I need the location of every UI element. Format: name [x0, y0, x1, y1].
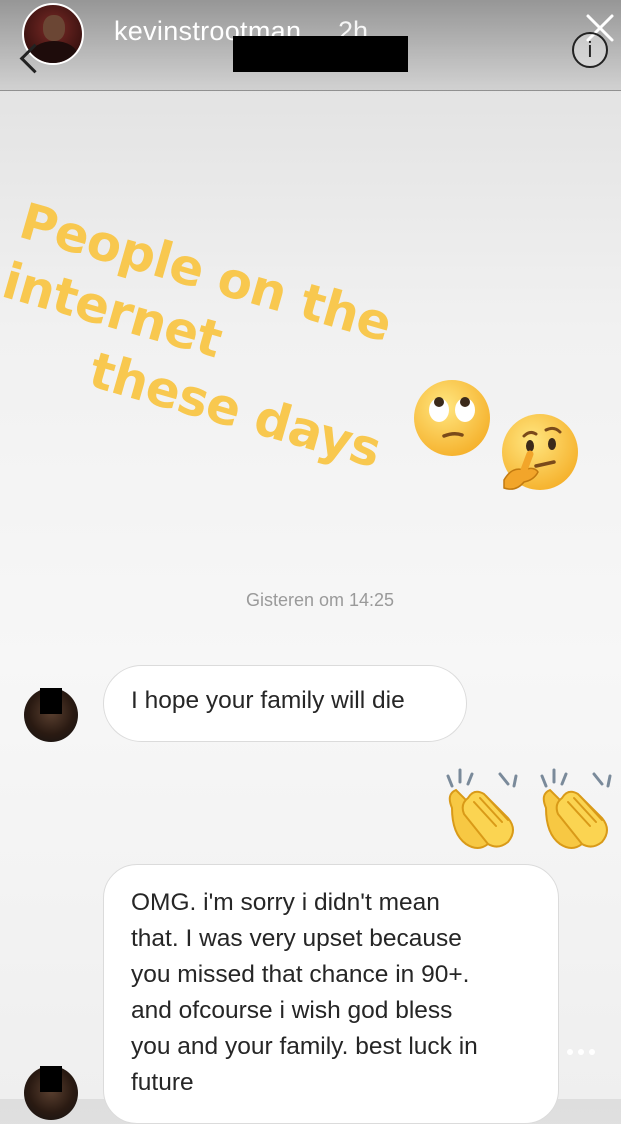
sender-avatar[interactable]	[24, 688, 78, 742]
message-line: you missed that chance in 90+.	[131, 961, 470, 988]
rolling-eyes-emoji-icon	[414, 380, 490, 456]
clapping-hands-emoji-icon	[446, 768, 518, 849]
redaction-bar	[233, 36, 408, 72]
send-icon[interactable]	[486, 1030, 534, 1078]
message-bubble-received[interactable]: OMG. i'm sorry i didn't mean that. I was…	[103, 864, 559, 1124]
story-headline: People on the internet these days	[0, 190, 568, 523]
sender-avatar[interactable]	[24, 1066, 78, 1120]
avatar-face	[43, 15, 65, 41]
message-text: I hope your family will die	[131, 687, 405, 714]
message-line: that. I was very upset because	[131, 925, 462, 952]
info-icon[interactable]: i	[572, 32, 608, 68]
thinking-face-emoji-icon	[502, 414, 578, 490]
more-dots-icon[interactable]	[566, 1046, 596, 1058]
story-header: kevinstrootman 2h i	[0, 0, 621, 91]
message-line: OMG. i'm sorry i didn't mean	[131, 889, 440, 916]
avatar-redaction	[40, 688, 62, 714]
message-line: and ofcourse i wish god bless	[131, 997, 453, 1024]
avatar-redaction	[40, 1066, 62, 1092]
message-timestamp: Gisteren om 14:25	[245, 590, 395, 610]
message-bubble-received[interactable]: I hope your family will die	[103, 665, 467, 742]
clapping-hands-emoji-icon	[540, 768, 612, 849]
